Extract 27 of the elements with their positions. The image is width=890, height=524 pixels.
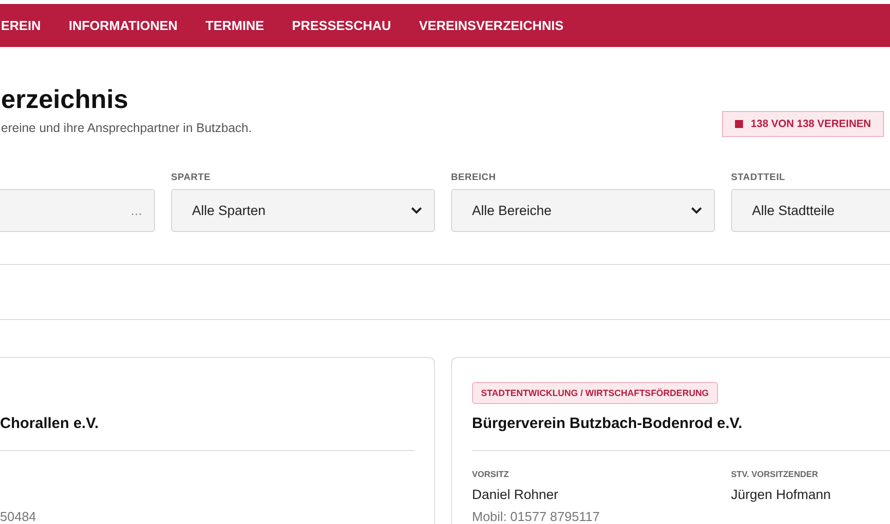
contact-phone: Mobil: 01577 8795117 <box>472 509 601 524</box>
nav-link[interactable]: VEREINSVERZEICHNIS <box>419 18 564 33</box>
nav-link[interactable]: TERMINE <box>206 18 264 33</box>
page-subtitle: ereine und ihre Ansprechpartner in Butzbach. <box>1 121 252 135</box>
counter-text: 138 VON 138 VEREINEN <box>750 118 871 130</box>
square-icon <box>734 120 743 128</box>
chevron-down-icon <box>691 207 702 214</box>
category-tag: STADTENTWICKLUNG / WIRTSCHAFTSFÖRDERUNG <box>472 382 718 404</box>
nav-link[interactable]: PRESSESCHAU <box>292 18 392 33</box>
nav-link[interactable]: EREIN <box>1 18 41 33</box>
contact-phone: 50484 <box>0 509 38 524</box>
select-field[interactable]: Alle Bereiche <box>451 189 715 232</box>
club-name: Bürgerverein Butzbach-Bodenrod e.V. <box>472 415 744 432</box>
filter-label: BEREICH <box>451 172 497 183</box>
select-field[interactable]: Alle Stadtteile <box>731 189 890 232</box>
page-title: erzeichnis <box>1 83 130 115</box>
nav-link[interactable]: INFORMATIONEN <box>68 18 178 33</box>
filter-label: SPARTE <box>171 172 212 183</box>
search-field[interactable]: ... <box>0 189 155 232</box>
contact-name: Daniel Rohner <box>472 487 560 504</box>
contact-name: Jürgen Hofmann <box>731 487 832 504</box>
contact-role: STV. VORSITZENDER <box>731 469 820 481</box>
club-name: Chorallen e.V. <box>0 415 100 432</box>
chevron-down-icon <box>411 207 422 214</box>
filter-label: STADTTEIL <box>731 172 786 183</box>
select-field[interactable]: Alle Sparten <box>171 189 435 232</box>
contact-role: VORSITZ <box>472 469 510 481</box>
